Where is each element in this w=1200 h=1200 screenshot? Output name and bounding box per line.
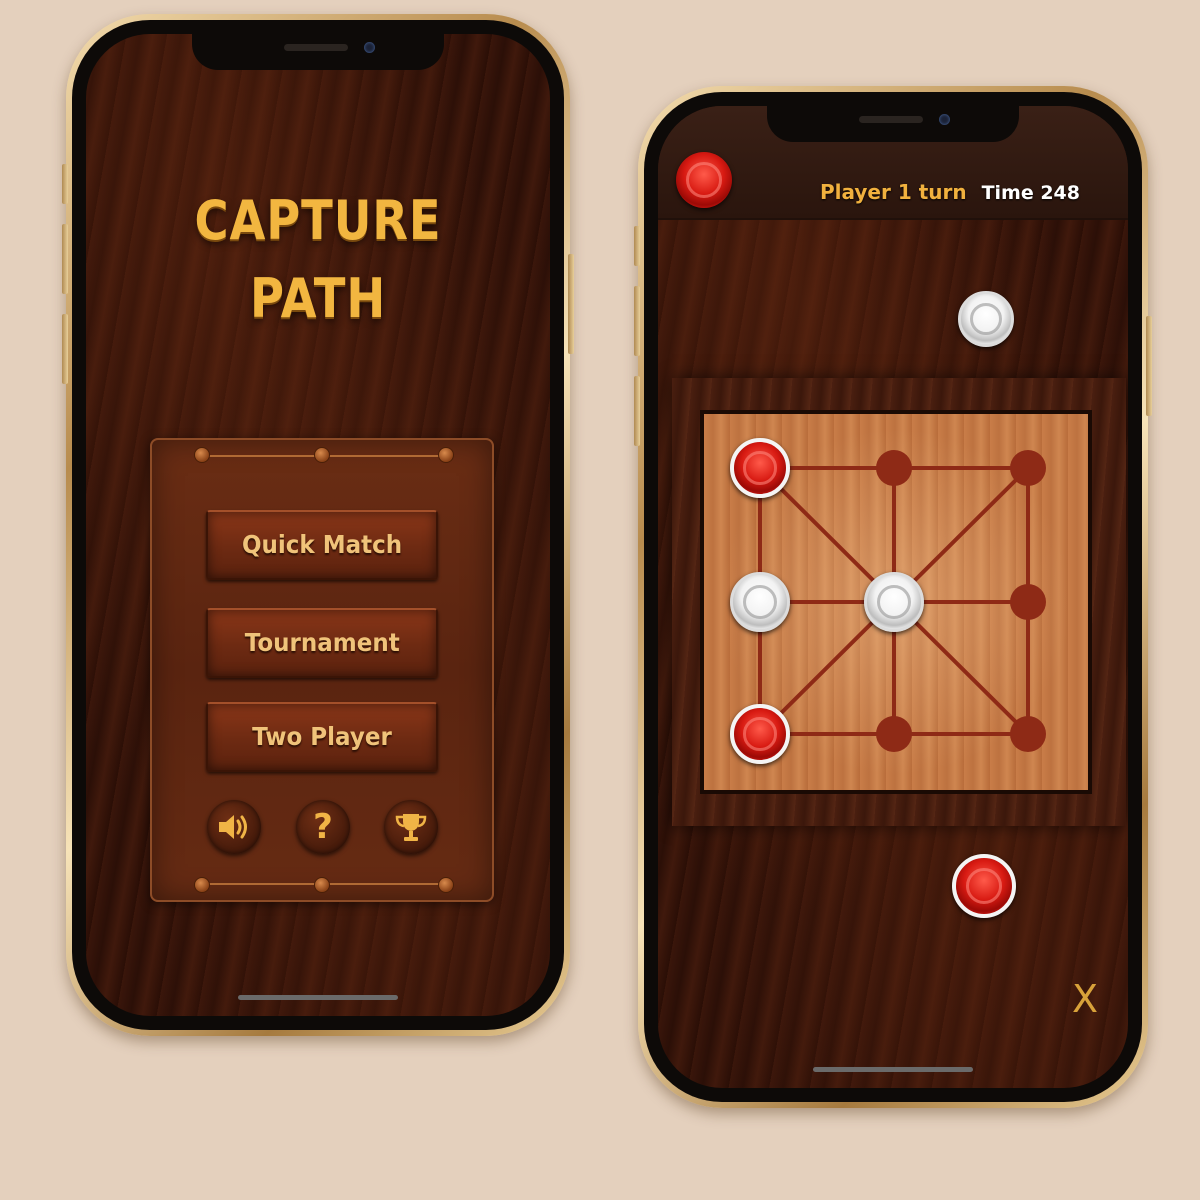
menu-screen: CAPTURE PATH Quick Match Tournament Two … <box>86 34 550 1016</box>
rivet <box>438 447 454 463</box>
piece-ring <box>742 584 778 620</box>
rivet <box>194 447 210 463</box>
speaker-icon <box>219 815 247 839</box>
reserve-piece-red[interactable] <box>952 854 1016 918</box>
side-button <box>568 254 574 354</box>
front-camera <box>364 42 375 53</box>
piece-ring <box>970 303 1002 335</box>
home-indicator[interactable] <box>238 995 398 1000</box>
help-button[interactable]: ? <box>296 800 350 854</box>
rivet <box>314 877 330 893</box>
rivet <box>438 877 454 893</box>
board-piece-red[interactable] <box>730 438 790 498</box>
leaderboard-button[interactable] <box>384 800 438 854</box>
bezel: Player 1 turn Time 248 X <box>644 92 1142 1102</box>
side-button <box>62 314 68 384</box>
board-piece-white[interactable] <box>864 572 924 632</box>
timer: Time 248 <box>981 182 1080 204</box>
quick-match-label: Quick Match <box>241 530 403 559</box>
tournament-button[interactable]: Tournament <box>206 608 438 678</box>
phone-game: Player 1 turn Time 248 X <box>634 86 1152 1108</box>
sound-button[interactable] <box>207 800 261 854</box>
title-line-2: PATH <box>249 267 387 330</box>
quick-match-button[interactable]: Quick Match <box>206 510 438 580</box>
tournament-label: Tournament <box>244 628 400 657</box>
side-button <box>634 226 640 266</box>
piece-ring <box>966 868 1002 904</box>
piece-ring <box>876 584 912 620</box>
front-camera <box>939 114 950 125</box>
turn-indicator: Player 1 turn <box>820 180 967 204</box>
side-button <box>1146 316 1152 416</box>
side-button <box>634 376 640 446</box>
board-node <box>876 450 912 486</box>
side-button <box>634 286 640 356</box>
two-player-button[interactable]: Two Player <box>206 702 438 772</box>
board-piece-red[interactable] <box>730 704 790 764</box>
board-node <box>876 716 912 752</box>
game-board-frame <box>672 378 1126 826</box>
game-title: CAPTURE PATH <box>86 182 550 338</box>
board-piece-white[interactable] <box>730 572 790 632</box>
board-node <box>1010 450 1046 486</box>
earpiece <box>284 44 348 51</box>
board-node <box>1010 716 1046 752</box>
piece-ring <box>743 717 777 751</box>
trophy-icon <box>395 814 427 841</box>
bezel: CAPTURE PATH Quick Match Tournament Two … <box>72 20 564 1030</box>
home-indicator[interactable] <box>813 1067 973 1072</box>
title-line-1: CAPTURE <box>194 189 442 252</box>
side-button <box>62 164 68 204</box>
game-screen: Player 1 turn Time 248 X <box>658 106 1128 1088</box>
reserve-piece-white[interactable] <box>958 291 1014 347</box>
two-player-label: Two Player <box>252 722 392 751</box>
notch <box>192 34 444 70</box>
side-button <box>62 224 68 294</box>
piece-ring <box>686 162 722 198</box>
help-icon: ? <box>313 807 333 847</box>
earpiece <box>859 116 923 123</box>
rivet <box>194 877 210 893</box>
rivet <box>314 447 330 463</box>
close-icon[interactable]: X <box>1072 980 1098 1018</box>
phone-menu: CAPTURE PATH Quick Match Tournament Two … <box>62 14 574 1036</box>
piece-ring <box>743 451 777 485</box>
game-board <box>700 410 1092 794</box>
notch <box>767 106 1019 142</box>
menu-panel: Quick Match Tournament Two Player ? <box>150 438 494 902</box>
current-player-piece-icon <box>676 152 732 208</box>
board-node <box>1010 584 1046 620</box>
